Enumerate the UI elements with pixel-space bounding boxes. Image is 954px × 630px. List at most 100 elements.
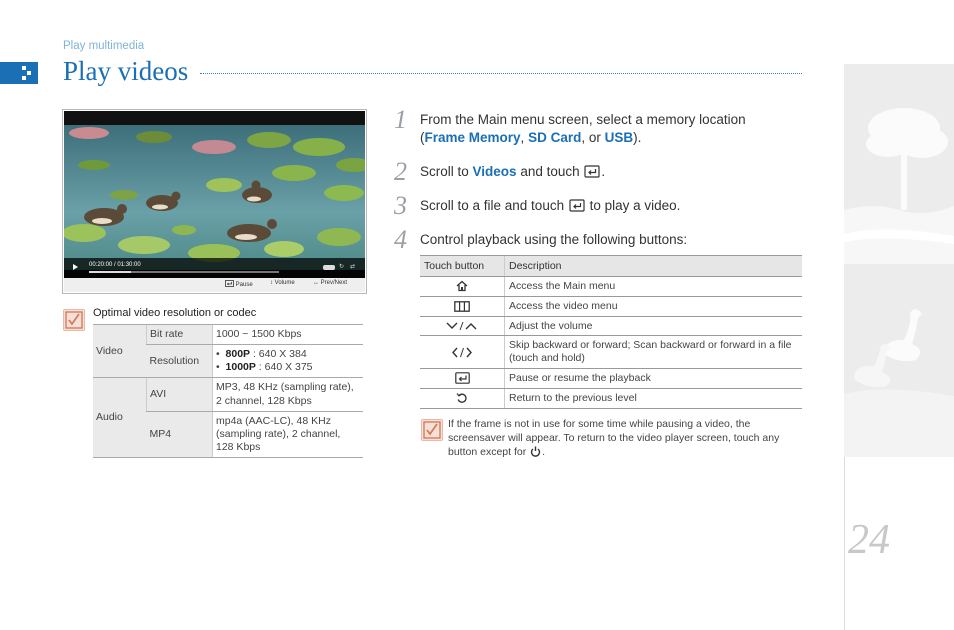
step-number: 1 xyxy=(394,105,407,134)
pencil-check-icon xyxy=(65,311,83,329)
progress-fill xyxy=(89,271,131,273)
step-4-text: Control playback using the following but… xyxy=(420,232,688,247)
video-group-cell: Video xyxy=(93,323,147,379)
button-cell xyxy=(420,335,505,369)
step-number: 2 xyxy=(394,157,407,186)
video-menu-icon xyxy=(454,300,470,312)
col-description: Description xyxy=(504,255,802,277)
res1-name: 800P xyxy=(225,348,251,361)
table-row: Video Bit rate 1000 ~ 1500 Kbps xyxy=(93,323,363,379)
step-2-end: . xyxy=(601,164,606,179)
videos-option: Videos xyxy=(472,164,517,179)
row-desc: Adjust the volume xyxy=(504,316,802,337)
step-number: 4 xyxy=(394,225,407,254)
pause-button[interactable]: Pause xyxy=(225,280,253,288)
step-3-post: to play a video. xyxy=(589,198,681,213)
resolution-values: • 800P : 640 X 384 • 1000P : 640 X 375 xyxy=(212,344,363,379)
prev-next-button[interactable]: ↔ Prev/Next xyxy=(313,280,347,286)
title-dotted-rule xyxy=(200,73,802,74)
step-3-pre: Scroll to a file and touch xyxy=(420,198,568,213)
list-item: • 1000P : 640 X 375 xyxy=(216,361,313,374)
table-row: Access the Main menu xyxy=(420,276,802,297)
buttons-table: Touch button Description Access the Main… xyxy=(420,255,802,409)
button-cell xyxy=(420,296,505,317)
bit-rate-value: 1000 ~ 1500 Kbps xyxy=(212,323,363,346)
step-3-text: Scroll to a file and touch to play a vid… xyxy=(420,197,680,215)
col-touch-button: Touch button xyxy=(420,255,505,277)
player-screenshot: 00:20:00 / 01:30:00 ↻ ⇄ Pause ↕ Volume ↔… xyxy=(64,111,365,292)
step-1-line1: From the Main menu screen, select a memo… xyxy=(420,112,746,127)
page-number: 24 xyxy=(848,517,890,563)
frame-memory-option: Frame Memory xyxy=(424,130,521,145)
prev-next-label: Prev/Next xyxy=(320,280,348,286)
avi-label: AVI xyxy=(146,377,213,412)
home-icon xyxy=(456,280,468,292)
left-right-icon xyxy=(452,347,472,357)
repeat-icon: ↻ xyxy=(339,264,345,270)
ducks-pond-image xyxy=(64,125,365,270)
up-down-icon: ↕ xyxy=(270,280,273,286)
enter-icon xyxy=(225,280,234,287)
res2-name: 1000P xyxy=(225,361,256,374)
note-icon xyxy=(421,419,443,441)
progress-bar[interactable] xyxy=(89,271,279,273)
screensaver-note-end: . xyxy=(542,446,546,458)
volume-down-up-icon xyxy=(446,321,477,330)
separator: , xyxy=(520,130,529,145)
resolution-table: Video Bit rate 1000 ~ 1500 Kbps Resoluti… xyxy=(93,323,363,459)
page-title: Play videos xyxy=(63,56,189,86)
note-icon xyxy=(63,309,85,331)
table-row: Return to the previous level xyxy=(420,388,802,409)
side-divider xyxy=(844,457,845,630)
decorative-side-panel xyxy=(844,64,954,457)
shuffle-icon: ⇄ xyxy=(350,264,356,270)
button-cell xyxy=(420,316,505,337)
pencil-check-icon xyxy=(423,421,441,439)
play-icon[interactable] xyxy=(73,264,78,270)
table-row: Pause or resume the playback xyxy=(420,368,802,389)
res2-value: : 640 X 375 xyxy=(255,361,313,374)
table-row: Access the video menu xyxy=(420,296,802,317)
separator: , or xyxy=(581,130,605,145)
row-desc: Skip backward or forward; Scan backward … xyxy=(504,335,802,369)
volume-label: Volume xyxy=(274,280,295,286)
volume-level-icon xyxy=(323,265,335,270)
row-desc: Access the video menu xyxy=(504,296,802,317)
pause-label: Pause xyxy=(235,282,253,288)
row-desc: Return to the previous level xyxy=(504,388,802,409)
button-cell xyxy=(420,276,505,297)
power-icon xyxy=(530,446,541,457)
res1-value: : 640 X 384 xyxy=(250,348,307,361)
row-desc: Access the Main menu xyxy=(504,276,802,297)
button-cell xyxy=(420,368,505,389)
usb-option: USB xyxy=(604,130,634,145)
resolution-label: Resolution xyxy=(146,344,213,379)
enter-icon xyxy=(569,199,585,212)
step-number: 3 xyxy=(394,191,407,220)
audio-group-cell: Audio xyxy=(93,377,147,458)
row-desc: Pause or resume the playback xyxy=(504,368,802,389)
volume-button[interactable]: ↕ Volume xyxy=(270,280,295,286)
bit-rate-label: Bit rate xyxy=(146,323,213,346)
paren-close: ). xyxy=(633,130,642,145)
mp4-label: MP4 xyxy=(146,410,213,459)
step-2-text: Scroll to Videos and touch . xyxy=(420,163,605,181)
table-header-row: Touch button Description xyxy=(420,255,802,277)
button-cell xyxy=(420,388,505,409)
avi-value: MP3, 48 KHz (sampling rate), 2 channel, … xyxy=(212,377,363,412)
screensaver-note-text: If the frame is not in use for some time… xyxy=(448,418,780,458)
enter-icon xyxy=(454,372,470,385)
resolution-note-title: Optimal video resolution or codec xyxy=(93,307,257,319)
back-icon xyxy=(456,393,467,403)
section-tab-marker xyxy=(0,62,38,84)
section-label: Play multimedia xyxy=(63,40,145,52)
screensaver-note: If the frame is not in use for some time… xyxy=(448,417,800,459)
step-1-text: From the Main menu screen, select a memo… xyxy=(420,111,746,147)
table-row: Skip backward or forward; Scan backward … xyxy=(420,335,802,369)
table-row: Audio AVI MP3, 48 KHz (sampling rate), 2… xyxy=(93,377,363,458)
table-row: Adjust the volume xyxy=(420,316,802,337)
step-1-line2: (Frame Memory, SD Card, or USB). xyxy=(420,129,746,147)
enter-icon xyxy=(584,165,600,178)
list-item: • 800P : 640 X 384 xyxy=(216,348,307,361)
left-right-icon: ↔ xyxy=(313,280,319,286)
